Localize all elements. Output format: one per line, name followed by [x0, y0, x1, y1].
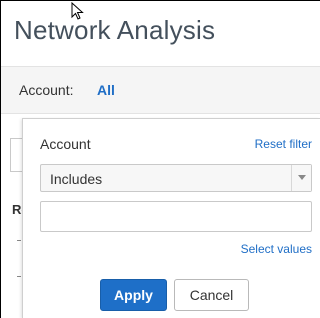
account-filter-bar[interactable]: Account: All: [1, 66, 320, 114]
background-list-marker: [17, 276, 21, 277]
page-title: Network Analysis: [14, 15, 216, 45]
account-filter-label: Account:: [19, 82, 74, 98]
filter-value-input[interactable]: [40, 201, 312, 232]
reset-filter-link[interactable]: Reset filter: [255, 137, 312, 151]
apply-button[interactable]: Apply: [100, 279, 167, 311]
operator-select-value: Includes: [50, 171, 103, 187]
cancel-button[interactable]: Cancel: [174, 279, 249, 311]
mouse-pointer-icon: [71, 2, 84, 20]
popover-title: Account: [40, 136, 91, 152]
account-filter-popover: Account Reset filter Includes Select val…: [22, 118, 320, 318]
operator-select-toggle[interactable]: [291, 165, 311, 191]
window-top-border: [0, 0, 320, 1]
select-values-link[interactable]: Select values: [241, 242, 312, 256]
background-list-marker: [17, 240, 21, 241]
window-left-border: [0, 0, 1, 318]
operator-select[interactable]: Includes: [40, 164, 312, 192]
account-filter-value[interactable]: All: [97, 82, 115, 98]
chevron-down-icon: [298, 175, 306, 180]
